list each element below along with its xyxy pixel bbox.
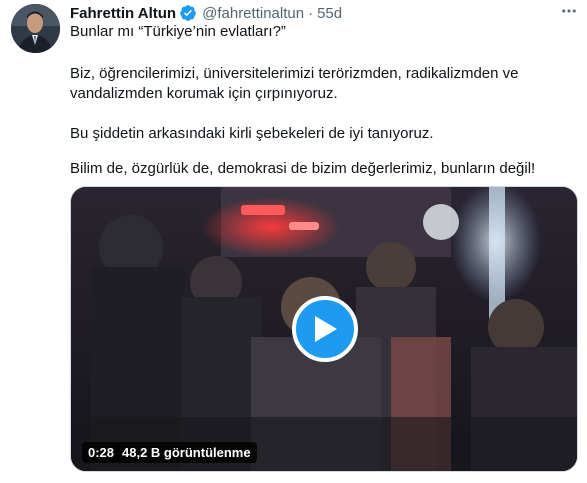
author-handle[interactable]: @fahrettinaltun — [202, 5, 304, 22]
tweet-text-paragraph3: Bu şiddetin arkasındaki kirli şebekeleri… — [70, 125, 434, 142]
separator-dot: · — [308, 4, 314, 22]
tweet-text-paragraph4: Bilim de, özgürlük de, demokrasi de bizi… — [70, 160, 536, 177]
verified-badge-icon — [179, 4, 197, 22]
tweet-text-line1: Bunlar mı “Türkiye’nin evlatları?” — [70, 23, 286, 40]
avatar-photo — [11, 4, 60, 53]
tweet-header: Fahrettin Altun @fahrettinaltun · 55d — [70, 3, 342, 23]
author-name[interactable]: Fahrettin Altun — [70, 5, 176, 22]
play-button[interactable] — [292, 296, 358, 362]
more-options-icon[interactable] — [556, 0, 582, 22]
video-views-badge: 48,2 B görüntülenme — [116, 442, 257, 463]
play-icon — [315, 316, 337, 342]
video-duration-badge: 0:28 — [82, 442, 121, 463]
avatar[interactable] — [11, 4, 60, 53]
tweet-text-paragraph2: Biz, öğrencilerimizi, üniversitelerimizi… — [70, 65, 519, 102]
tweet-timestamp[interactable]: 55d — [317, 5, 342, 22]
video-player[interactable]: 0:28 48,2 B görüntülenme — [70, 186, 578, 472]
